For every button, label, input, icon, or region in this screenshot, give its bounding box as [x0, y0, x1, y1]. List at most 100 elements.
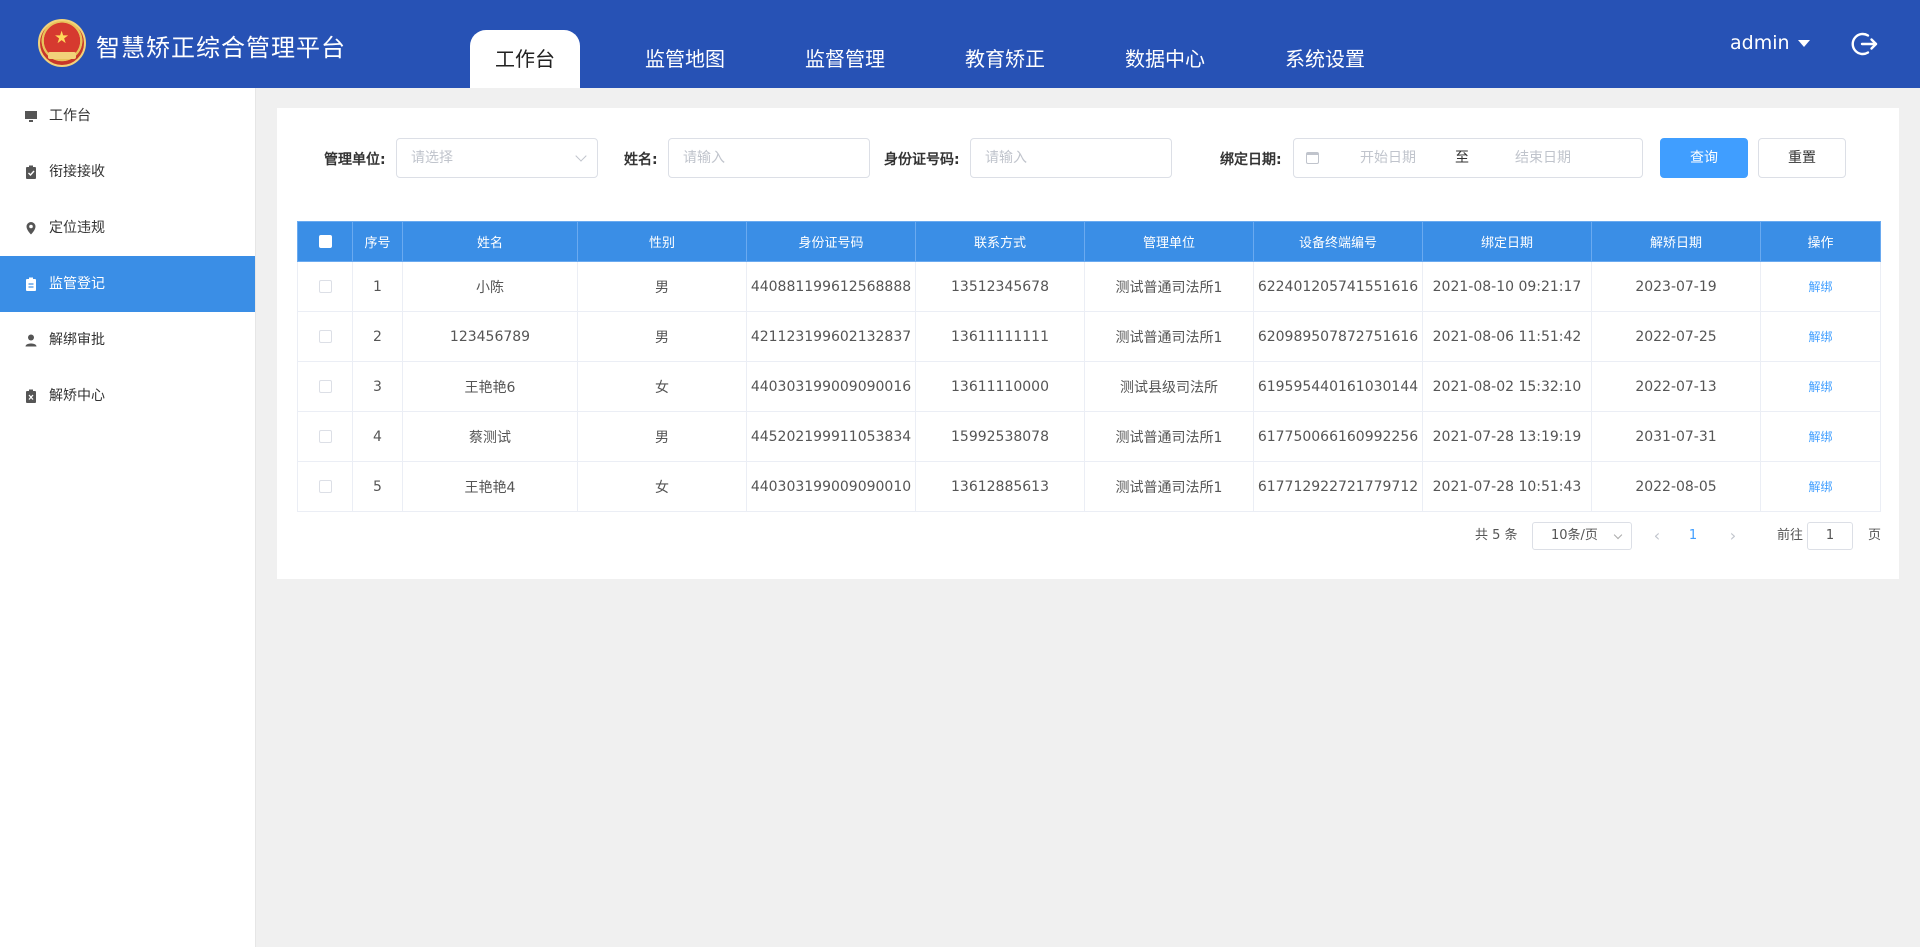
date-range-picker[interactable]: 开始日期 至 结束日期: [1293, 138, 1643, 178]
nav-tab-map[interactable]: 监管地图: [630, 30, 740, 88]
registration-table: 序号 姓名 性别 身份证号码 联系方式 管理单位 设备终端编号 绑定日期 解矫日…: [297, 221, 1881, 512]
unbind-link[interactable]: 解绑: [1808, 330, 1832, 344]
device-id-cell: 617712922721779712: [1253, 461, 1423, 512]
unbind-link[interactable]: 解绑: [1808, 280, 1832, 294]
phone-cell: 13611111111: [915, 311, 1085, 362]
unbind-link[interactable]: 解绑: [1808, 380, 1832, 394]
top-header: ★ 智慧矫正综合管理平台 工作台 监管地图 监督管理 教育矫正 数据中心 系统设…: [0, 0, 1920, 88]
select-all-cell: [297, 221, 353, 262]
caret-down-icon: [1797, 40, 1810, 47]
action-cell: 解绑: [1760, 261, 1881, 312]
row-checkbox[interactable]: [318, 380, 332, 393]
unbind-link[interactable]: 解绑: [1808, 480, 1832, 494]
id-number-cell: 440303199009090010: [746, 461, 916, 512]
name-cell: 王艳艳4: [402, 461, 578, 512]
clipboard-icon: [26, 277, 36, 291]
logout-icon[interactable]: [1851, 30, 1879, 58]
column-header: 姓名: [402, 221, 578, 262]
column-header: 绑定日期: [1422, 221, 1592, 262]
id-number-input[interactable]: 请输入: [970, 138, 1172, 178]
sidebar-item-release-center[interactable]: 解矫中心: [0, 368, 255, 424]
reset-button[interactable]: 重置: [1758, 138, 1846, 178]
phone-cell: 15992538078: [915, 411, 1085, 462]
release-date-cell: 2031-07-31: [1591, 411, 1761, 462]
unit-cell: 测试普通司法所1: [1084, 461, 1254, 512]
id-number-cell: 440303199009090016: [746, 361, 916, 412]
prev-page-icon[interactable]: ‹: [1650, 522, 1664, 550]
device-id-cell: 617750066160992256: [1253, 411, 1423, 462]
emblem-icon: ★: [38, 19, 86, 67]
row-select-cell: [297, 311, 353, 362]
gender-cell: 男: [577, 411, 747, 462]
nav-tab-workbench[interactable]: 工作台: [470, 30, 580, 88]
device-id-cell: 622401205741551616: [1253, 261, 1423, 312]
sidebar-item-label: 工作台: [49, 108, 91, 124]
row-select-cell: [297, 411, 353, 462]
date-range-separator: 至: [1455, 150, 1469, 166]
query-button[interactable]: 查询: [1660, 138, 1748, 178]
phone-cell: 13512345678: [915, 261, 1085, 312]
page-number-current[interactable]: 1: [1686, 522, 1700, 550]
location-pin-icon: [26, 222, 36, 235]
release-date-cell: 2023-07-19: [1591, 261, 1761, 312]
id-filter-label: 身份证号码:: [884, 152, 960, 168]
select-all-checkbox[interactable]: [318, 235, 332, 248]
pagination-total: 共 5 条: [1475, 528, 1518, 543]
user-icon: [25, 334, 37, 347]
name-cell: 王艳艳6: [402, 361, 578, 412]
nav-tab-data-center[interactable]: 数据中心: [1110, 30, 1220, 88]
column-header: 设备终端编号: [1253, 221, 1423, 262]
monitor-icon: [25, 111, 37, 122]
name-filter-label: 姓名:: [624, 152, 658, 168]
sidebar-item-label: 解绑审批: [49, 332, 105, 348]
nav-tab-supervision[interactable]: 监督管理: [790, 30, 900, 88]
row-checkbox[interactable]: [318, 430, 332, 443]
sidebar-item-registration[interactable]: 监管登记: [0, 256, 255, 312]
nav-tab-education[interactable]: 教育矫正: [950, 30, 1060, 88]
row-index: 3: [352, 361, 403, 412]
unit-filter-label: 管理单位:: [324, 152, 386, 168]
goto-page-input[interactable]: 1: [1807, 522, 1853, 550]
page-size-select[interactable]: 10条/页: [1532, 522, 1632, 550]
gender-cell: 男: [577, 261, 747, 312]
sidebar-item-workbench[interactable]: 工作台: [0, 88, 255, 144]
gender-cell: 女: [577, 461, 747, 512]
row-checkbox[interactable]: [318, 280, 332, 293]
next-page-icon[interactable]: ›: [1726, 522, 1740, 550]
release-date-cell: 2022-07-13: [1591, 361, 1761, 412]
row-checkbox[interactable]: [318, 480, 332, 493]
device-id-cell: 620989507872751616: [1253, 311, 1423, 362]
unbind-link[interactable]: 解绑: [1808, 430, 1832, 444]
column-header: 性别: [577, 221, 747, 262]
unit-select[interactable]: 请选择: [396, 138, 598, 178]
sidebar-item-label: 监管登记: [49, 276, 105, 292]
sidebar-item-location-violation[interactable]: 定位违规: [0, 200, 255, 256]
action-cell: 解绑: [1760, 411, 1881, 462]
name-input-placeholder: 请输入: [683, 150, 725, 166]
clipboard-check-icon: [26, 165, 36, 179]
end-date-placeholder: 结束日期: [1515, 150, 1571, 166]
nav-tab-settings[interactable]: 系统设置: [1270, 30, 1380, 88]
row-checkbox[interactable]: [318, 330, 332, 343]
phone-cell: 13612885613: [915, 461, 1085, 512]
table-row: 1 小陈男 440881199612568888 13512345678 测试普通司法所…: [297, 261, 1881, 312]
sidebar-item-transfer[interactable]: 衔接接收: [0, 144, 255, 200]
user-menu[interactable]: admin: [1730, 32, 1810, 54]
unit-cell: 测试县级司法所: [1084, 361, 1254, 412]
action-cell: 解绑: [1760, 361, 1881, 412]
name-input[interactable]: 请输入: [668, 138, 870, 178]
bind-date-cell: 2021-08-10 09:21:17: [1422, 261, 1592, 312]
sidebar-item-label: 定位违规: [49, 220, 105, 236]
device-id-cell: 619595440161030144: [1253, 361, 1423, 412]
bind-date-cell: 2021-07-28 13:19:19: [1422, 411, 1592, 462]
phone-cell: 13611110000: [915, 361, 1085, 412]
start-date-placeholder: 开始日期: [1360, 150, 1416, 166]
column-header: 管理单位: [1084, 221, 1254, 262]
sidebar-item-unbind-approval[interactable]: 解绑审批: [0, 312, 255, 368]
date-filter-label: 绑定日期:: [1220, 152, 1282, 168]
calendar-icon: [1306, 152, 1319, 164]
release-date-cell: 2022-07-25: [1591, 311, 1761, 362]
unit-select-placeholder: 请选择: [411, 150, 453, 166]
unit-cell: 测试普通司法所1: [1084, 311, 1254, 362]
row-select-cell: [297, 261, 353, 312]
